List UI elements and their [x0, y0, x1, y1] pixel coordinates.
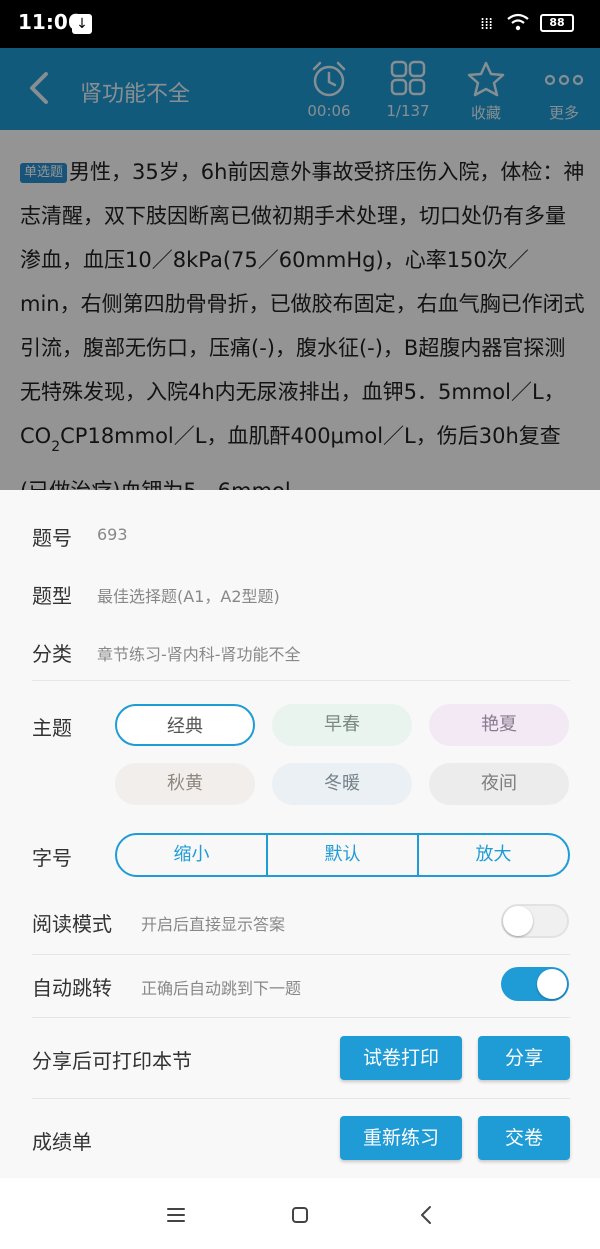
print-exam-button[interactable]: 试卷打印: [340, 1036, 462, 1080]
divider: [32, 954, 570, 955]
divider: [32, 1098, 570, 1099]
font-size-label: 字号: [32, 846, 72, 870]
theme-autumn-button[interactable]: 秋黄: [115, 763, 255, 805]
category-value: 章节练习-肾内科-肾功能不全: [97, 645, 301, 664]
favorite-button[interactable]: 收藏: [451, 56, 521, 128]
question-text-rest: CP18mmol／L，血肌酐400μmol／L，伤后30h复查(已做治疗)血钾为…: [20, 424, 561, 490]
toggle-knob: [503, 906, 533, 936]
toggle-knob: [537, 969, 567, 999]
more-button[interactable]: 更多: [529, 56, 599, 128]
font-smaller-button[interactable]: 缩小: [117, 835, 266, 875]
back-chevron-icon: [421, 1206, 431, 1224]
back-nav-button[interactable]: [412, 1200, 442, 1230]
menu-nav-button[interactable]: [161, 1200, 191, 1230]
theme-spring-button[interactable]: 早春: [272, 704, 412, 746]
category-label: 分类: [32, 642, 72, 666]
share-button[interactable]: 分享: [478, 1036, 570, 1080]
score-label: 成绩单: [32, 1130, 92, 1154]
question-type-value: 最佳选择题(A1，A2型题): [97, 587, 280, 606]
home-nav-button[interactable]: [285, 1200, 315, 1230]
reading-mode-desc: 开启后直接显示答案: [141, 915, 286, 934]
signal-icon: ⁞⁞⁞: [480, 14, 493, 33]
font-default-button[interactable]: 默认: [266, 835, 417, 875]
battery-icon: 88: [540, 14, 574, 32]
auto-jump-toggle[interactable]: [501, 967, 569, 1001]
answer-card-button[interactable]: 1/137: [373, 56, 443, 128]
question-type-label: 题型: [32, 584, 72, 608]
more-label: 更多: [548, 104, 579, 122]
question-text: 单选题 男性，35岁，6h前因意外事故受挤压伤入院，体检：神志清醒，双下肢因断离已…: [20, 150, 585, 490]
question-no-value: 693: [97, 525, 128, 544]
theme-label: 主题: [32, 716, 72, 740]
theme-classic-button[interactable]: 经典: [115, 704, 255, 746]
download-icon: ↓: [72, 14, 92, 34]
auto-jump-label: 自动跳转: [32, 976, 112, 1000]
favorite-label: 收藏: [470, 104, 501, 122]
alarm-clock-icon: [312, 61, 346, 97]
reading-mode-toggle[interactable]: [501, 904, 569, 938]
menu-icon: [167, 1208, 185, 1222]
grid-icon: [390, 60, 426, 96]
wifi-icon: [506, 12, 530, 37]
reading-mode-label: 阅读模式: [32, 912, 112, 936]
more-dots-icon: [544, 74, 584, 86]
question-no-label: 题号: [32, 526, 72, 550]
status-bar: 11:06 ↓ ⁞⁞⁞ 88: [0, 0, 600, 48]
app-header: 肾功能不全 00:06 1/137 收藏 更多: [0, 48, 600, 130]
auto-jump-desc: 正确后自动跳到下一题: [141, 979, 302, 998]
font-size-segmented-control: 缩小 默认 放大: [115, 833, 570, 877]
back-button[interactable]: [24, 68, 54, 108]
settings-sheet: 题号 693 题型 最佳选择题(A1，A2型题) 分类 章节练习-肾内科-肾功能…: [0, 490, 600, 1178]
divider: [32, 680, 570, 681]
progress-label: 1/137: [386, 102, 430, 120]
divider: [32, 1017, 570, 1018]
timer-button[interactable]: 00:06: [294, 56, 364, 128]
question-content: 单选题 男性，35岁，6h前因意外事故受挤压伤入院，体检：神志清醒，双下肢因断离已…: [0, 130, 600, 490]
redo-practice-button[interactable]: 重新练习: [340, 1116, 462, 1160]
share-print-label: 分享后可打印本节: [32, 1049, 192, 1073]
submit-exam-button[interactable]: 交卷: [478, 1116, 570, 1160]
font-larger-button[interactable]: 放大: [417, 835, 568, 875]
question-type-badge: 单选题: [20, 163, 68, 183]
home-square-icon: [292, 1207, 308, 1223]
page-title: 肾功能不全: [80, 82, 191, 107]
star-icon: [467, 61, 505, 97]
system-nav-bar: [0, 1178, 600, 1249]
theme-winter-button[interactable]: 冬暖: [272, 763, 412, 805]
theme-night-button[interactable]: 夜间: [429, 763, 569, 805]
question-text-main: 男性，35岁，6h前因意外事故受挤压伤入院，体检：神志清醒，双下肢因断离已做初期…: [20, 160, 585, 448]
back-arrow-icon: [30, 72, 48, 104]
question-text-subscript: 2: [51, 439, 61, 455]
theme-summer-button[interactable]: 艳夏: [429, 704, 569, 746]
timer-label: 00:06: [307, 102, 351, 120]
